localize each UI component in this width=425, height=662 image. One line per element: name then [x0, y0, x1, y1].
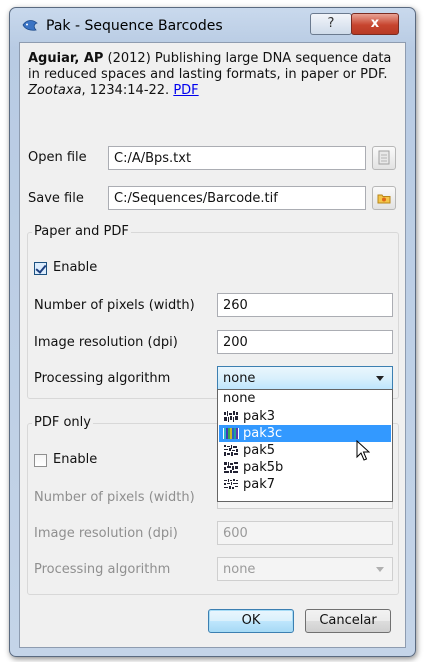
- dropdown-option-none[interactable]: none: [219, 390, 391, 407]
- paper-pdf-enable-checkbox[interactable]: [34, 262, 47, 275]
- paper-pixels-input[interactable]: 260: [217, 293, 393, 317]
- pdf-only-enable-label: Enable: [53, 452, 98, 467]
- save-file-label: Save file: [28, 191, 84, 206]
- close-button[interactable]: x: [351, 13, 399, 35]
- pdf-algorithm-label: Processing algorithm: [34, 562, 171, 577]
- paper-algorithm-label: Processing algorithm: [34, 371, 171, 386]
- save-file-browse-button[interactable]: [372, 186, 396, 210]
- folder-icon: [377, 194, 391, 204]
- open-file-label: Open file: [28, 150, 87, 165]
- citation-authors: Aguiar, AP: [28, 51, 104, 66]
- window-title: Pak - Sequence Barcodes: [46, 18, 223, 34]
- pdf-pixels-label: Number of pixels (width): [34, 490, 195, 505]
- paper-resolution-label: Image resolution (dpi): [34, 335, 178, 350]
- citation-pages: , 1234:14-22.: [81, 83, 170, 98]
- barcode-pak5-icon: [223, 445, 239, 456]
- cancel-button[interactable]: Cancelar: [305, 609, 391, 633]
- open-file-browse-button[interactable]: [372, 146, 396, 170]
- citation-journal: Zootaxa: [28, 83, 82, 98]
- pdf-algorithm-select[interactable]: none: [217, 557, 393, 581]
- barcode-pak3c-icon: [223, 428, 239, 439]
- mouse-pointer-icon: [356, 440, 370, 461]
- citation-text: Aguiar, AP (2012) Publishing large DNA s…: [28, 51, 400, 99]
- paper-pixels-label: Number of pixels (width): [34, 298, 195, 313]
- paper-resolution-input[interactable]: 200: [217, 330, 393, 354]
- barcode-pak5b-icon: [223, 462, 239, 473]
- save-file-input[interactable]: C:/Sequences/Barcode.tif: [108, 186, 366, 210]
- barcode-pak3-icon: [223, 411, 239, 422]
- title-bar[interactable]: Pak - Sequence Barcodes ? x: [10, 8, 415, 42]
- pdf-algorithm-value: none: [223, 562, 256, 577]
- dropdown-option-pak7[interactable]: pak7: [219, 476, 391, 493]
- paper-algorithm-select[interactable]: none: [217, 366, 393, 390]
- help-button[interactable]: ?: [310, 13, 352, 35]
- barcode-pak7-icon: [223, 479, 239, 490]
- pdf-only-enable-checkbox[interactable]: [34, 454, 47, 467]
- chevron-down-icon: [376, 567, 384, 572]
- dropdown-option-pak3[interactable]: pak3: [219, 408, 391, 425]
- document-icon: [378, 150, 390, 165]
- paper-algorithm-value: none: [223, 371, 256, 386]
- pdf-link[interactable]: PDF: [173, 83, 198, 98]
- dialog-window: Pak - Sequence Barcodes ? x Aguiar, AP (…: [9, 7, 416, 657]
- app-icon: [22, 20, 38, 31]
- paper-pdf-title: Paper and PDF: [32, 224, 131, 239]
- pdf-only-title: PDF only: [32, 415, 93, 430]
- ok-button[interactable]: OK: [208, 609, 294, 633]
- pdf-resolution-label: Image resolution (dpi): [34, 526, 178, 541]
- open-file-input[interactable]: C:/A/Bps.txt: [108, 146, 366, 170]
- pdf-resolution-input[interactable]: 600: [217, 521, 393, 545]
- paper-pdf-enable-label: Enable: [53, 260, 98, 275]
- chevron-down-icon: [376, 376, 384, 381]
- dialog-body: Aguiar, AP (2012) Publishing large DNA s…: [19, 42, 406, 648]
